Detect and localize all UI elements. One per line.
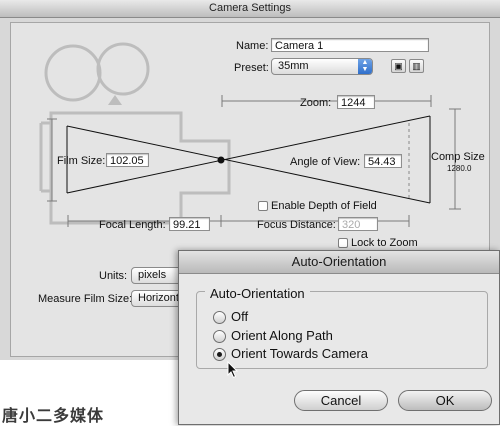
name-label: Name: (236, 40, 269, 52)
auto-orientation-group-label: Auto-Orientation (205, 286, 310, 301)
focal-length-field[interactable]: 99.21 (169, 217, 210, 231)
watermark: 唐小二多媒体 (2, 406, 105, 425)
mouse-pointer-icon (227, 361, 239, 379)
focus-distance-label: Focus Distance: (257, 219, 336, 231)
auto-orientation-dialog: Auto-Orientation Auto-Orientation Off Or… (178, 250, 500, 425)
comp-size-label: Comp Size (431, 151, 485, 163)
lock-to-zoom-checkbox[interactable] (338, 238, 348, 248)
lock-to-zoom-label: Lock to Zoom (351, 237, 418, 249)
radio-orient-towards-camera[interactable] (213, 348, 226, 361)
comp-size-value: 1280.0 (447, 164, 472, 173)
units-label: Units: (99, 270, 128, 282)
radio-orient-along-path-label[interactable]: Orient Along Path (231, 328, 333, 343)
film-size-label: Film Size: (57, 155, 106, 167)
camera-marker-icon (108, 95, 122, 105)
film-size-field[interactable]: 102.05 (106, 153, 149, 167)
enable-dof-checkbox[interactable] (258, 201, 268, 211)
save-preset-icon[interactable]: ▣ (391, 59, 406, 73)
focal-length-label: Focal Length: (99, 219, 166, 231)
camera-settings-title: Camera Settings (0, 0, 500, 18)
measure-film-size-label: Measure Film Size: (38, 293, 133, 305)
radio-orient-along-path[interactable] (213, 330, 226, 343)
camera-silhouette-icon (39, 42, 231, 225)
delete-preset-icon[interactable]: ▥ (409, 59, 424, 73)
preset-value: 35mm (278, 60, 309, 72)
preset-popup[interactable]: 35mm ▲ ▼ (271, 58, 373, 75)
focus-distance-field[interactable]: 320 (338, 217, 378, 231)
zoom-field[interactable]: 1244 (337, 95, 375, 109)
preset-label: Preset: (234, 62, 269, 74)
units-value: pixels (138, 269, 167, 281)
zoom-label: Zoom: (300, 97, 332, 109)
ok-button[interactable]: OK (398, 390, 492, 411)
enable-dof-label: Enable Depth of Field (271, 200, 377, 212)
radio-off-label[interactable]: Off (231, 309, 248, 324)
radio-off[interactable] (213, 311, 226, 324)
popup-arrows-icon: ▲ ▼ (358, 59, 372, 74)
focal-point (217, 156, 225, 164)
cancel-button[interactable]: Cancel (294, 390, 388, 411)
name-field[interactable]: Camera 1 (271, 38, 429, 52)
angle-of-view-field[interactable]: 54.43 (364, 154, 402, 168)
auto-orientation-title: Auto-Orientation (179, 251, 499, 274)
angle-of-view-label: Angle of View: (290, 156, 361, 168)
radio-orient-towards-camera-label[interactable]: Orient Towards Camera (231, 346, 368, 361)
